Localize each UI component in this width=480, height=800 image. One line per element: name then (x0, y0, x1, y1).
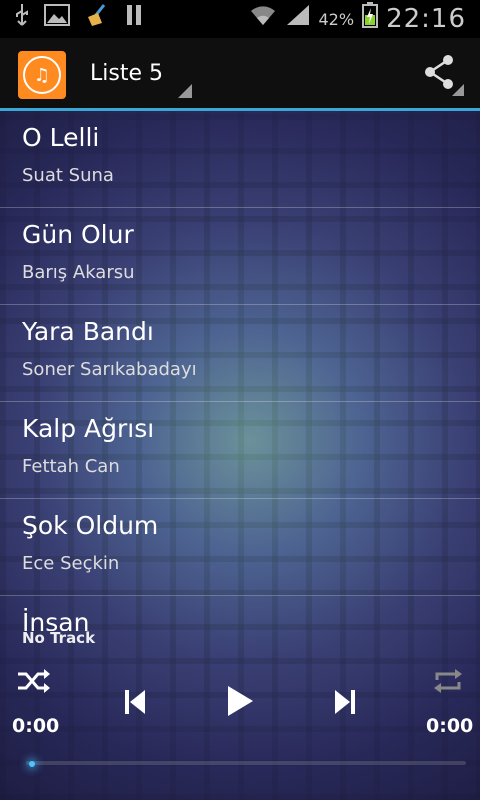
wifi-icon (249, 3, 277, 35)
song-artist: Fettah Can (22, 456, 120, 477)
now-playing-label: No Track (22, 629, 96, 647)
song-title: Yara Bandı (22, 317, 154, 346)
app-bar: ♫ Liste 5 (0, 38, 480, 111)
share-icon (425, 55, 464, 96)
app-logo[interactable]: ♫ (18, 51, 66, 99)
image-icon (44, 4, 70, 34)
list-item[interactable]: Şok Oldum Ece Seçkin (0, 499, 480, 596)
usb-icon (14, 3, 30, 35)
playlist-title: Liste 5 (90, 61, 163, 86)
repeat-button[interactable] (428, 663, 468, 699)
signal-icon (285, 3, 311, 35)
notification-icons (14, 3, 144, 35)
next-button[interactable] (328, 685, 362, 719)
song-title: Kalp Ağrısı (22, 414, 155, 443)
play-button[interactable] (218, 679, 262, 723)
song-artist: Suat Suna (22, 165, 114, 186)
next-icon (335, 690, 355, 714)
player-panel: No Track 0:00 0:00 (0, 621, 480, 800)
broom-icon (84, 3, 110, 35)
song-artist: Barış Akarsu (22, 262, 135, 283)
list-item[interactable]: O Lelli Suat Suna (0, 111, 480, 208)
share-button[interactable] (418, 50, 464, 96)
list-item[interactable]: Yara Bandı Soner Sarıkabadayı (0, 305, 480, 402)
elapsed-time: 0:00 (12, 715, 60, 737)
playlist-selector[interactable]: Liste 5 (90, 56, 194, 100)
system-icons: 42% 22:16 (249, 2, 467, 36)
shuffle-button[interactable] (14, 663, 54, 699)
battery-charging-icon (362, 2, 379, 36)
clock: 22:16 (386, 4, 466, 34)
song-artist: Ece Seçkin (22, 553, 120, 574)
battery-percent: 42% (318, 9, 355, 29)
playlist-screen: O Lelli Suat Suna Gün Olur Barış Akarsu … (0, 111, 480, 800)
repeat-icon (434, 669, 462, 693)
status-bar: 42% 22:16 (0, 0, 480, 38)
previous-button[interactable] (118, 685, 152, 719)
previous-icon (125, 690, 145, 714)
music-note-icon: ♫ (23, 56, 61, 94)
list-item[interactable]: Gün Olur Barış Akarsu (0, 208, 480, 305)
seek-bar[interactable] (26, 761, 466, 765)
list-item[interactable]: Kalp Ağrısı Fettah Can (0, 402, 480, 499)
shuffle-icon (18, 669, 50, 693)
dropdown-indicator-icon (178, 84, 192, 98)
play-icon (228, 686, 253, 716)
seek-thumb[interactable] (29, 761, 35, 767)
song-list[interactable]: O Lelli Suat Suna Gün Olur Barış Akarsu … (0, 111, 480, 631)
song-title: O Lelli (22, 123, 100, 152)
song-title: Gün Olur (22, 220, 134, 249)
total-duration: 0:00 (426, 715, 474, 737)
pause-icon (124, 3, 144, 35)
song-artist: Soner Sarıkabadayı (22, 359, 197, 380)
song-title: Şok Oldum (22, 511, 159, 540)
